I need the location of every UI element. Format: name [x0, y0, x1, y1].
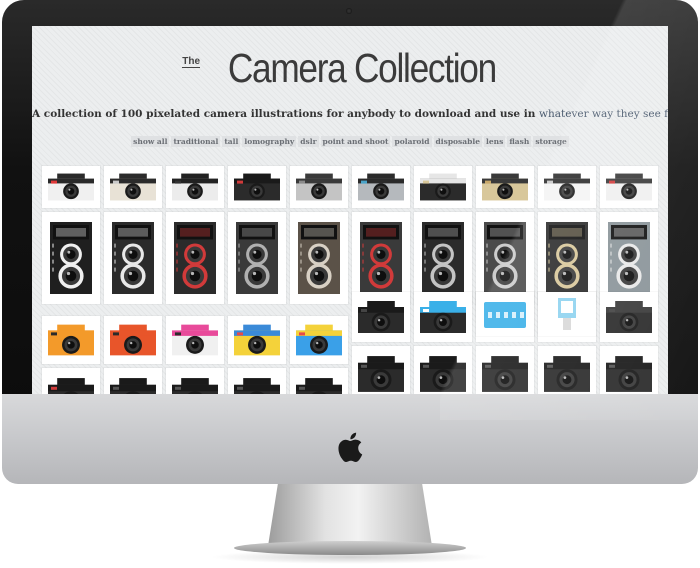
- lomo-camera-icon: [172, 324, 218, 356]
- dslr-camera-icon: [482, 356, 528, 392]
- camera-tile[interactable]: [600, 346, 658, 394]
- stand-base: [234, 541, 466, 555]
- classic-camera-icon: [48, 173, 94, 201]
- camera-tile[interactable]: [538, 346, 596, 394]
- camera-tile[interactable]: [476, 166, 534, 208]
- instant-camera-icon: [420, 301, 466, 333]
- dslr-camera-icon: [420, 356, 466, 392]
- screen: The Camera Collection A collection of 10…: [32, 26, 668, 394]
- apple-logo-icon: [338, 432, 363, 462]
- storage-box-icon: [484, 302, 526, 328]
- rangefinder-camera-icon: [110, 173, 156, 201]
- twin-lens-camera-icon: [50, 222, 92, 294]
- dslr-camera-icon: [606, 356, 652, 392]
- red-lens-camera-icon: [606, 173, 652, 201]
- slr-camera-icon: [172, 173, 218, 201]
- textured-camera-icon: [234, 173, 280, 201]
- camera-tile[interactable]: [42, 368, 100, 394]
- dslr-camera-icon: [358, 301, 404, 333]
- camera-tile[interactable]: [104, 316, 162, 364]
- folding-camera-icon: [608, 222, 650, 294]
- camera-tile[interactable]: [290, 166, 348, 208]
- camera-tile[interactable]: [42, 166, 100, 208]
- dslr-camera-icon: [296, 378, 342, 394]
- twin-lens-camera-icon: [484, 222, 526, 294]
- dslr-camera-icon: [110, 378, 156, 394]
- camera-tile[interactable]: [476, 292, 534, 336]
- twin-lens-camera-icon: [298, 222, 340, 294]
- camera-tile[interactable]: [476, 346, 534, 394]
- lomo-camera-icon: [296, 324, 342, 356]
- camera-tile[interactable]: [228, 316, 286, 364]
- camera-tile[interactable]: [290, 316, 348, 364]
- camera-tile[interactable]: [414, 166, 472, 208]
- dslr-camera-icon: [544, 356, 590, 392]
- twin-lens-camera-icon: [112, 222, 154, 294]
- camera-tile[interactable]: [414, 212, 472, 304]
- toy-camera-icon: [48, 324, 94, 356]
- camera-tile[interactable]: [352, 212, 410, 304]
- camera-gallery: [32, 26, 668, 394]
- retro-camera-icon: [544, 173, 590, 201]
- dslr-camera-icon: [172, 378, 218, 394]
- camera-tile[interactable]: [414, 346, 472, 394]
- camera-tile[interactable]: [538, 166, 596, 208]
- dslr-camera-icon: [48, 378, 94, 394]
- camera-tile[interactable]: [228, 368, 286, 394]
- webcam-icon: [346, 8, 352, 14]
- twin-lens-camera-icon: [360, 222, 402, 294]
- camera-tile[interactable]: [352, 166, 410, 208]
- point-and-shoot-icon: [606, 301, 652, 333]
- camera-tile[interactable]: [166, 166, 224, 208]
- camera-tile[interactable]: [42, 316, 100, 364]
- box-camera-icon: [236, 222, 278, 294]
- compact-camera-icon: [358, 173, 404, 201]
- camera-tile[interactable]: [476, 212, 534, 304]
- camera-tile[interactable]: [352, 292, 410, 342]
- camera-tile[interactable]: [104, 212, 162, 304]
- camera-tile[interactable]: [166, 212, 224, 304]
- camera-tile[interactable]: [290, 212, 348, 304]
- dslr-camera-icon: [234, 378, 280, 394]
- lomo-camera-icon: [234, 324, 280, 356]
- film-camera-icon: [296, 173, 342, 201]
- camera-tile[interactable]: [104, 166, 162, 208]
- box-camera-icon: [546, 222, 588, 294]
- monitor-stand: [268, 484, 432, 546]
- camera-tile[interactable]: [166, 316, 224, 364]
- toy-camera-icon: [110, 324, 156, 356]
- camera-tile[interactable]: [600, 212, 658, 304]
- camera-tile[interactable]: [228, 166, 286, 208]
- camera-tile[interactable]: [104, 368, 162, 394]
- dslr-camera-icon: [358, 356, 404, 392]
- flash-unit-icon: [558, 298, 576, 330]
- camera-tile[interactable]: [290, 368, 348, 394]
- tall-camera-icon: [422, 222, 464, 294]
- box-camera-icon: [174, 222, 216, 294]
- camera-tile[interactable]: [228, 212, 286, 304]
- camera-tile[interactable]: [538, 292, 596, 336]
- small-camera-icon: [420, 173, 466, 201]
- camera-tile[interactable]: [600, 292, 658, 342]
- camera-tile[interactable]: [600, 166, 658, 208]
- camera-tile[interactable]: [414, 292, 472, 342]
- vintage-camera-icon: [482, 173, 528, 201]
- camera-tile[interactable]: [42, 212, 100, 304]
- camera-tile[interactable]: [538, 212, 596, 304]
- camera-tile[interactable]: [352, 346, 410, 394]
- camera-tile[interactable]: [166, 368, 224, 394]
